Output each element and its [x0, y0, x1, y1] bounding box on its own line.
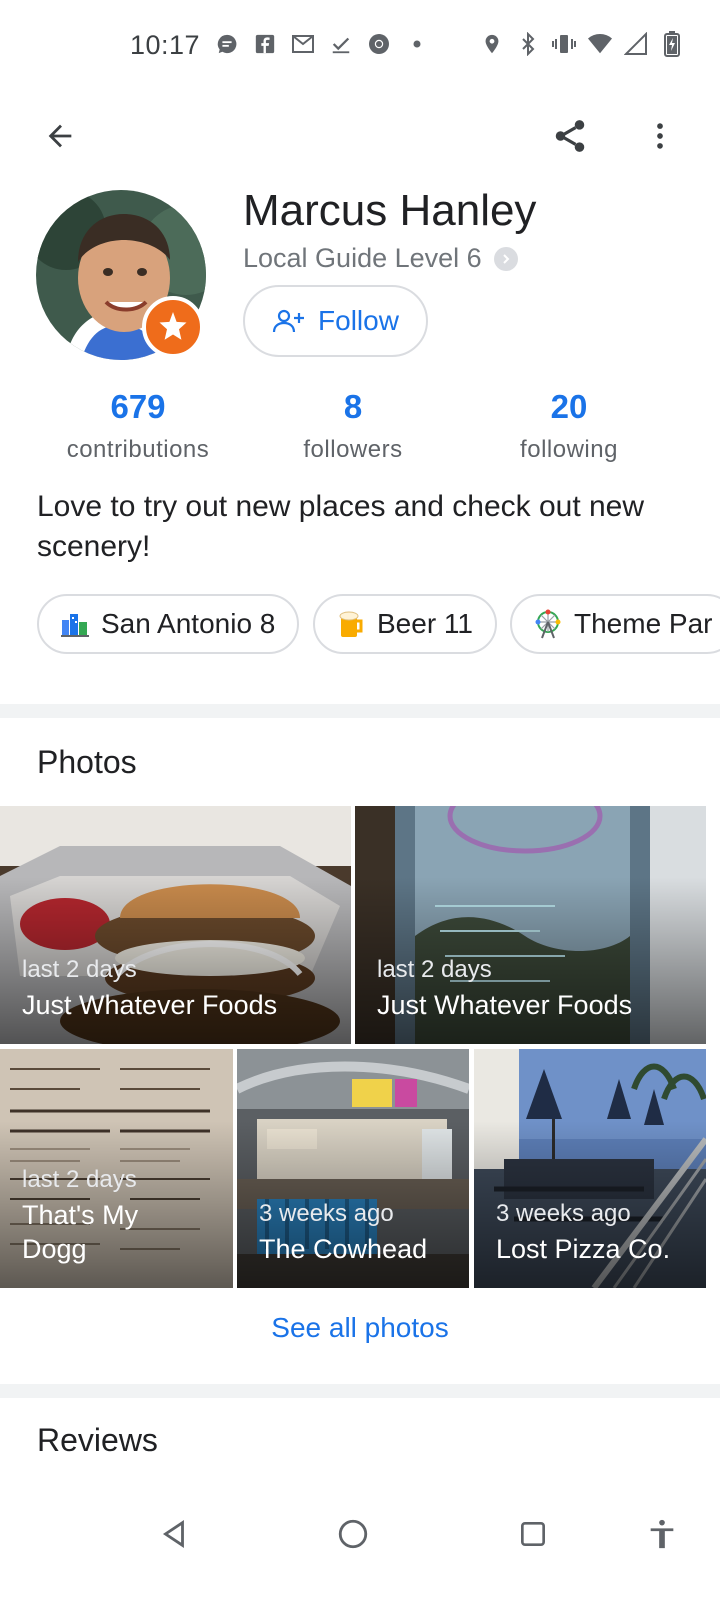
follow-label: Follow [318, 305, 399, 336]
photo-time: 3 weeks ago [259, 1200, 394, 1227]
chip-label: San Antonio 8 [101, 608, 276, 639]
share-icon [555, 120, 585, 152]
photo-time: last 2 days [377, 956, 492, 983]
battery-charging-icon [660, 31, 684, 57]
stat-value: 20 [550, 388, 588, 425]
local-guide-badge [142, 296, 204, 358]
star-icon [159, 312, 187, 340]
stat-followers[interactable]: 8 followers [243, 388, 463, 464]
local-guide-level-label: Local Guide Level 6 [243, 243, 482, 273]
profile-name: Marcus Hanley [243, 186, 537, 235]
photo-tile[interactable]: last 2 days Just Whatever Foods [0, 806, 351, 1044]
photo-tile[interactable]: 3 weeks ago Lost Pizza Co. [474, 1049, 706, 1288]
stat-following[interactable]: 20 following [459, 388, 679, 464]
photo-meta: last 2 days Just Whatever Foods [22, 956, 277, 1022]
photo-meta: last 2 days That's My Dogg [22, 1166, 182, 1266]
nav-back-button[interactable] [144, 1504, 204, 1564]
photos-title: Photos [37, 744, 137, 780]
photo-time: last 2 days [22, 1166, 137, 1193]
photo-tile[interactable]: 3 weeks ago The Cowhead [237, 1049, 469, 1288]
square-recents-icon [521, 1522, 545, 1546]
notification-icons [215, 32, 429, 56]
system-navigation-bar [0, 1490, 720, 1600]
circle-home-icon [338, 1519, 368, 1549]
photo-place: Just Whatever Foods [22, 990, 278, 1020]
share-button[interactable] [546, 112, 594, 160]
check-icon [329, 32, 353, 56]
stat-value: 679 [110, 388, 166, 425]
location-icon [480, 32, 504, 56]
facebook-icon [253, 32, 277, 56]
chip-label: Beer 11 [377, 608, 473, 639]
dot-icon [405, 32, 429, 56]
stat-value: 8 [343, 388, 363, 425]
see-all-photos-link[interactable]: See all photos [0, 1312, 720, 1344]
ferris-wheel-icon [532, 608, 564, 640]
back-button[interactable] [36, 112, 84, 160]
system-icons [480, 31, 684, 57]
city-icon [59, 608, 91, 640]
photo-place: That's My Dogg [22, 1200, 139, 1264]
bluetooth-icon [516, 32, 540, 56]
photo-time: 3 weeks ago [496, 1200, 631, 1227]
photo-time: last 2 days [22, 956, 137, 983]
follow-button[interactable]: Follow [243, 285, 428, 357]
chip-theme-park[interactable]: Theme Par [510, 594, 720, 654]
nav-home-button[interactable] [323, 1504, 383, 1564]
chrome-icon [367, 32, 391, 56]
photo-meta: 3 weeks ago Lost Pizza Co. [496, 1200, 670, 1266]
top-app-bar [0, 100, 720, 166]
stat-label: contributions [66, 436, 210, 463]
status-time: 10:17 [130, 30, 201, 60]
beer-icon [335, 608, 367, 640]
vibrate-icon [552, 32, 576, 56]
stat-label: following [520, 436, 618, 463]
chat-bubble-icon [215, 32, 239, 56]
chevron-right-icon [493, 246, 518, 271]
chip-san-antonio[interactable]: San Antonio 8 [37, 594, 300, 654]
photo-tile[interactable]: last 2 days Just Whatever Foods [355, 806, 706, 1044]
profile-bio: Love to try out new places and check out… [37, 490, 645, 563]
section-divider [0, 1384, 720, 1398]
photo-meta: 3 weeks ago The Cowhead [259, 1200, 427, 1266]
photo-meta: last 2 days Just Whatever Foods [377, 956, 632, 1022]
profile-stats: 679 contributions 8 followers 20 followi… [0, 388, 720, 468]
more-vert-icon [657, 123, 663, 149]
wifi-icon [588, 32, 612, 56]
chip-beer[interactable]: Beer 11 [313, 594, 497, 654]
photo-place: Just Whatever Foods [377, 990, 633, 1020]
local-guide-level[interactable]: Local Guide Level 6 [243, 243, 518, 274]
accessibility-icon [650, 1519, 674, 1549]
interest-chips: San Antonio 8 Beer 11 Theme Par [37, 594, 720, 654]
status-bar: 10:17 [0, 0, 720, 96]
triangle-back-icon [162, 1520, 184, 1548]
reviews-title: Reviews [37, 1422, 158, 1458]
nav-recents-button[interactable] [503, 1504, 563, 1564]
accessibility-button[interactable] [632, 1504, 692, 1564]
arrow-back-icon [48, 124, 72, 148]
stat-contributions[interactable]: 679 contributions [28, 388, 248, 464]
photo-tile[interactable]: last 2 days That's My Dogg [0, 1049, 233, 1288]
stat-label: followers [303, 436, 403, 463]
person-add-icon [272, 309, 305, 333]
photo-place: Lost Pizza Co. [496, 1234, 671, 1264]
more-options-button[interactable] [636, 112, 684, 160]
chip-label: Theme Par [574, 608, 713, 639]
section-divider [0, 704, 720, 718]
photo-place: The Cowhead [259, 1234, 428, 1264]
gmail-icon [291, 32, 315, 56]
signal-icon [624, 32, 648, 56]
